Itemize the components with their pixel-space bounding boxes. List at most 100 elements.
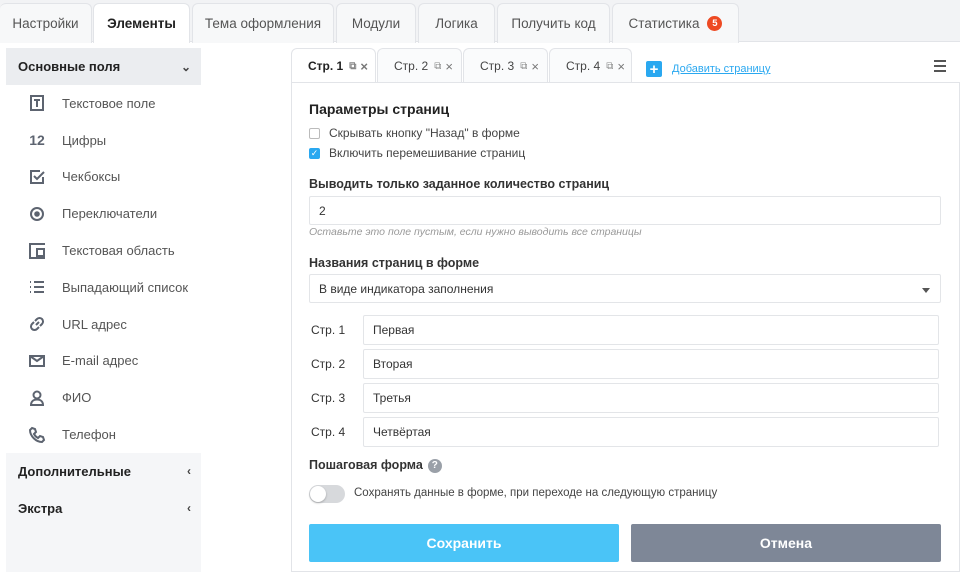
element-full-name[interactable]: ФИО bbox=[6, 379, 201, 416]
page-1-label: Стр. 1 bbox=[311, 323, 346, 337]
page-tab-2[interactable]: Стр. 2 ⧉ × bbox=[377, 48, 462, 83]
tab-statistics-label: Статистика bbox=[628, 16, 700, 31]
tab-modules[interactable]: Модули bbox=[336, 3, 416, 43]
page-4-name-input[interactable]: Четвёртая bbox=[363, 417, 939, 447]
page-tab-3[interactable]: Стр. 3 ⧉ × bbox=[463, 48, 548, 83]
group-extra-label: Экстра bbox=[18, 500, 63, 516]
tab-theme[interactable]: Тема оформления bbox=[192, 3, 334, 43]
element-text-field[interactable]: Текстовое поле bbox=[6, 85, 201, 122]
numbers-icon: 12 bbox=[29, 132, 45, 149]
element-label: Переключатели bbox=[62, 206, 158, 222]
element-label: ФИО bbox=[62, 390, 92, 406]
chevron-down-icon: ⌄ bbox=[180, 59, 191, 74]
copy-icon[interactable]: ⧉ bbox=[606, 61, 613, 72]
tab-logic[interactable]: Логика bbox=[418, 3, 495, 43]
tab-modules-label: Модули bbox=[351, 16, 401, 31]
add-page-button[interactable]: + Добавить страницу bbox=[646, 61, 770, 77]
hide-back-label: Скрывать кнопку "Назад" в форме bbox=[329, 126, 520, 140]
group-basic-fields[interactable]: Основные поля ⌄ bbox=[6, 48, 201, 85]
element-url[interactable]: URL адрес bbox=[6, 306, 201, 343]
page-2-label: Стр. 2 bbox=[311, 357, 346, 371]
close-icon[interactable]: × bbox=[360, 59, 368, 74]
save-data-label: Сохранять данные в форме, при переходе н… bbox=[354, 487, 718, 499]
page-3-label: Стр. 3 bbox=[311, 391, 346, 405]
page-tab-4[interactable]: Стр. 4 ⧉ × bbox=[549, 48, 632, 83]
element-label: E-mail адрес bbox=[62, 353, 139, 369]
stepwise-form-text: Пошаговая форма bbox=[309, 458, 423, 472]
close-icon[interactable]: × bbox=[445, 59, 453, 74]
page-tab-label: Стр. 2 bbox=[394, 59, 429, 73]
page-tab-label: Стр. 1 bbox=[308, 59, 344, 73]
element-label: Цифры bbox=[62, 132, 107, 148]
text-field-icon bbox=[26, 93, 48, 113]
cancel-button[interactable]: Отмена bbox=[631, 524, 941, 562]
top-tab-bar: Настройки Элементы Тема оформления Модул… bbox=[0, 0, 960, 43]
copy-icon[interactable]: ⧉ bbox=[520, 61, 527, 72]
page-3-name: Третья bbox=[373, 391, 411, 405]
group-extra[interactable]: Экстра ‹ bbox=[6, 490, 201, 527]
basic-fields-list: Текстовое поле 12 Цифры Чекбоксы Переклю… bbox=[6, 85, 201, 453]
shuffle-option[interactable]: ✓ Включить перемешивание страниц bbox=[309, 146, 525, 160]
page-tabs-bar: Стр. 1 ⧉ × Стр. 2 ⧉ × Стр. 3 ⧉ × Стр. 4 … bbox=[291, 48, 960, 83]
checkbox-icon bbox=[26, 167, 48, 187]
close-icon[interactable]: × bbox=[617, 59, 625, 74]
element-checkboxes[interactable]: Чекбоксы bbox=[6, 159, 201, 196]
element-radios[interactable]: Переключатели bbox=[6, 195, 201, 232]
element-dropdown[interactable]: Выпадающий список bbox=[6, 269, 201, 306]
element-numbers[interactable]: 12 Цифры bbox=[6, 122, 201, 159]
tab-statistics[interactable]: Статистика 5 bbox=[612, 3, 739, 43]
add-page-link[interactable]: Добавить страницу bbox=[672, 63, 770, 75]
page-1-name: Первая bbox=[373, 323, 415, 337]
help-icon[interactable]: ? bbox=[427, 458, 442, 473]
page-tab-label: Стр. 4 bbox=[566, 59, 601, 73]
elements-sidebar: Основные поля ⌄ Текстовое поле 12 Цифры … bbox=[6, 48, 201, 572]
list-icon bbox=[26, 277, 48, 297]
tab-settings[interactable]: Настройки bbox=[0, 3, 92, 43]
caret-down-icon bbox=[922, 288, 930, 293]
tab-theme-label: Тема оформления bbox=[204, 16, 322, 31]
page-2-name-input[interactable]: Вторая bbox=[363, 349, 939, 379]
group-basic-fields-label: Основные поля bbox=[18, 59, 121, 74]
page-3-name-input[interactable]: Третья bbox=[363, 383, 939, 413]
close-icon[interactable]: × bbox=[531, 59, 539, 74]
page-names-select[interactable]: В виде индикатора заполнения bbox=[309, 274, 941, 303]
copy-icon[interactable]: ⧉ bbox=[434, 61, 441, 72]
group-additional[interactable]: Дополнительные ‹ bbox=[6, 453, 201, 490]
hide-back-checkbox[interactable] bbox=[309, 127, 320, 139]
page-tab-1[interactable]: Стр. 1 ⧉ × bbox=[291, 48, 376, 83]
limit-label: Выводить только заданное количество стра… bbox=[309, 177, 610, 191]
menu-icon[interactable] bbox=[934, 60, 946, 72]
mail-icon bbox=[26, 351, 48, 371]
radio-icon bbox=[26, 204, 48, 224]
save-data-toggle[interactable] bbox=[309, 485, 345, 503]
copy-icon[interactable]: ⧉ bbox=[349, 61, 356, 72]
limit-value: 2 bbox=[319, 203, 326, 218]
toggle-knob bbox=[310, 486, 326, 502]
element-label: Текстовая область bbox=[62, 243, 175, 259]
element-label: Телефон bbox=[62, 427, 116, 443]
hide-back-option[interactable]: Скрывать кнопку "Назад" в форме bbox=[309, 126, 520, 140]
element-phone[interactable]: Телефон bbox=[6, 416, 201, 453]
element-label: Выпадающий список bbox=[62, 279, 189, 295]
limit-input[interactable]: 2 bbox=[309, 196, 941, 225]
page-settings-panel: Параметры страниц Скрывать кнопку "Назад… bbox=[291, 82, 960, 572]
tab-get-code-label: Получить код bbox=[511, 16, 596, 31]
page-title: Параметры страниц bbox=[309, 101, 450, 117]
tab-elements-label: Элементы bbox=[107, 16, 176, 31]
element-email[interactable]: E-mail адрес bbox=[6, 343, 201, 380]
chevron-left-icon: ‹ bbox=[187, 501, 191, 516]
textarea-icon bbox=[26, 241, 48, 261]
page-4-name: Четвёртая bbox=[373, 425, 431, 439]
link-icon bbox=[26, 314, 48, 334]
tab-settings-label: Настройки bbox=[12, 16, 79, 31]
element-textarea[interactable]: Текстовая область bbox=[6, 232, 201, 269]
tab-elements[interactable]: Элементы bbox=[93, 3, 190, 43]
page-names-label: Названия страниц в форме bbox=[309, 256, 480, 270]
user-icon bbox=[26, 388, 48, 408]
page-1-name-input[interactable]: Первая bbox=[363, 315, 939, 345]
shuffle-checkbox[interactable]: ✓ bbox=[309, 147, 320, 159]
save-button[interactable]: Сохранить bbox=[309, 524, 619, 562]
tab-get-code[interactable]: Получить код bbox=[497, 3, 610, 43]
page-2-name: Вторая bbox=[373, 357, 413, 371]
group-additional-label: Дополнительные bbox=[18, 463, 131, 479]
